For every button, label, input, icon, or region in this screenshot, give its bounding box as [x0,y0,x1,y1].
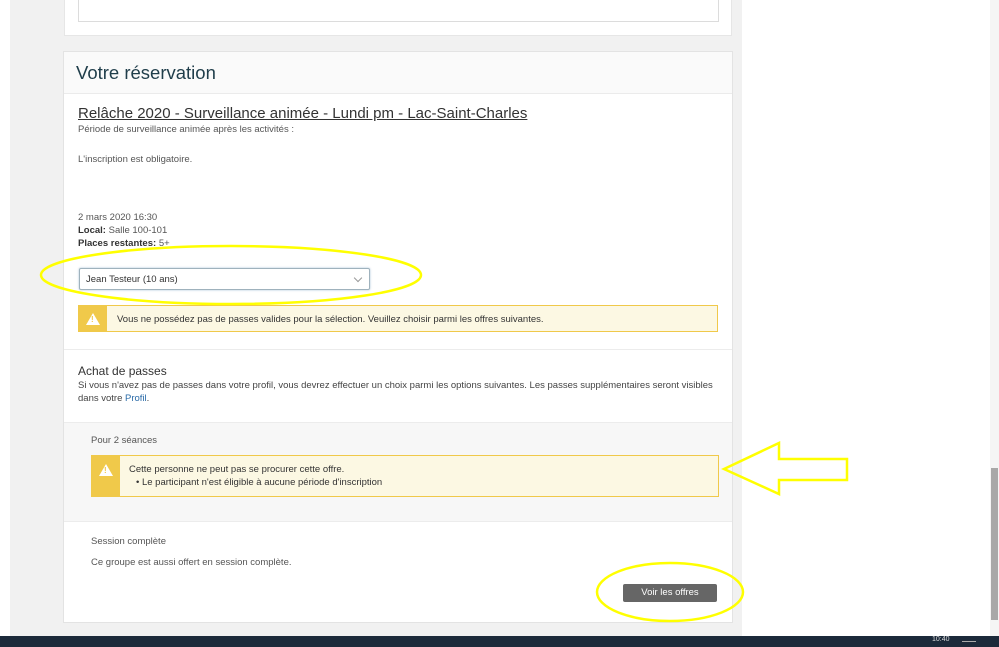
annotation-ellipse-button [595,561,745,623]
annotation-overlay [39,244,849,623]
annotation-ellipse-participant [39,244,423,306]
annotation-arrow [721,441,849,496]
